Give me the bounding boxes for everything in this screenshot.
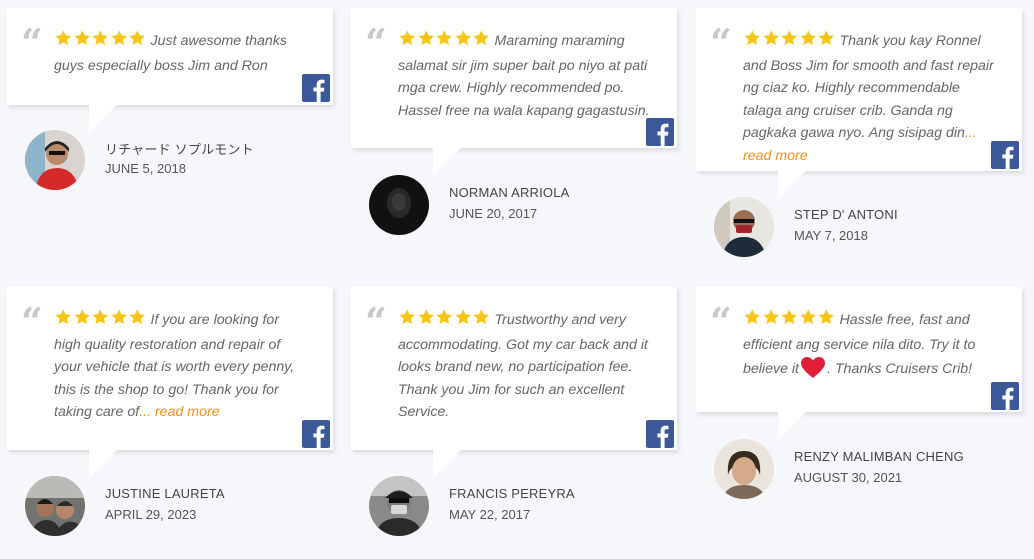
star-icon: [473, 30, 489, 46]
review-bubble: “ If you are looking for high quality re…: [7, 287, 333, 450]
quote-icon: “: [710, 20, 732, 65]
review-card: “ Maraming maraming salamat sir jim supe…: [351, 0, 681, 240]
review-bubble: “ Hassle free, fast and efficient ang se…: [696, 287, 1022, 412]
read-more-link[interactable]: ... read more: [139, 404, 219, 420]
star-icon: [129, 30, 145, 46]
quote-icon: “: [365, 20, 387, 65]
review-bubble: “ Maraming maraming salamat sir jim supe…: [351, 8, 677, 148]
reviewer-name: リチャード ソプルモント: [105, 142, 254, 157]
star-icon: [55, 309, 71, 325]
star-icon: [763, 309, 779, 325]
review-bubble: “ Trustworthy and very accommodating. Go…: [351, 287, 677, 450]
review-card: “ Thank you kay Ronnel and Boss Jim for …: [696, 0, 1026, 260]
review-date: APRIL 29, 2023: [105, 507, 197, 522]
heart-icon: [800, 356, 826, 388]
facebook-icon[interactable]: [302, 74, 330, 102]
review-text-end: . Thanks Cruisers Crib!: [827, 361, 973, 377]
facebook-icon[interactable]: [991, 141, 1019, 169]
quote-icon: “: [21, 299, 43, 344]
avatar: [714, 439, 774, 499]
star-icon: [111, 30, 127, 46]
star-icon: [436, 30, 452, 46]
bubble-tail: [433, 148, 461, 176]
facebook-icon[interactable]: [646, 420, 674, 448]
star-icon: [455, 30, 471, 46]
bubble-tail: [778, 412, 806, 440]
review-date: MAY 7, 2018: [794, 228, 868, 243]
star-icon: [800, 309, 816, 325]
star-icon: [111, 309, 127, 325]
bubble-tail: [778, 171, 806, 199]
star-icon: [74, 309, 90, 325]
rating-stars: [743, 29, 836, 55]
rating-stars: [54, 29, 147, 55]
star-icon: [473, 309, 489, 325]
review-bubble: “ Thank you kay Ronnel and Boss Jim for …: [696, 8, 1022, 171]
quote-icon: “: [710, 299, 732, 344]
avatar: [25, 476, 85, 536]
reviewer-name: JUSTINE LAURETA: [105, 486, 225, 501]
avatar: [714, 197, 774, 257]
star-icon: [781, 309, 797, 325]
quote-icon: “: [365, 299, 387, 344]
review-bubble: “ Just awesome thanks guys especially bo…: [7, 8, 333, 105]
review-date: MAY 22, 2017: [449, 507, 531, 522]
rating-stars: [743, 308, 836, 334]
rating-stars: [398, 308, 491, 334]
star-icon: [74, 30, 90, 46]
star-icon: [800, 30, 816, 46]
review-date: AUGUST 30, 2021: [794, 470, 903, 485]
review-card: “ If you are looking for high quality re…: [7, 279, 337, 539]
star-icon: [455, 309, 471, 325]
star-icon: [436, 309, 452, 325]
star-icon: [418, 309, 434, 325]
bubble-tail: [89, 105, 117, 133]
star-icon: [399, 309, 415, 325]
facebook-icon[interactable]: [646, 118, 674, 146]
quote-icon: “: [21, 20, 43, 65]
review-date: JUNE 20, 2017: [449, 206, 538, 221]
star-icon: [744, 30, 760, 46]
bubble-tail: [433, 450, 461, 478]
reviewer-name: FRANCIS PEREYRA: [449, 486, 575, 501]
rating-stars: [54, 308, 147, 334]
star-icon: [818, 30, 834, 46]
star-icon: [399, 30, 415, 46]
review-date: JUNE 5, 2018: [105, 161, 186, 176]
star-icon: [818, 309, 834, 325]
avatar: [369, 175, 429, 235]
star-icon: [92, 30, 108, 46]
facebook-icon[interactable]: [302, 420, 330, 448]
facebook-icon[interactable]: [991, 382, 1019, 410]
star-icon: [129, 309, 145, 325]
avatar: [25, 130, 85, 190]
reviewer-name: STEP D' ANTONI: [794, 207, 898, 222]
bubble-tail: [89, 450, 117, 478]
reviewer-name: NORMAN ARRIOLA: [449, 185, 570, 200]
review-card: “ Trustworthy and very accommodating. Go…: [351, 279, 681, 539]
star-icon: [763, 30, 779, 46]
star-icon: [418, 30, 434, 46]
star-icon: [744, 309, 760, 325]
avatar: [369, 476, 429, 536]
rating-stars: [398, 29, 491, 55]
star-icon: [781, 30, 797, 46]
star-icon: [92, 309, 108, 325]
review-card: “ Just awesome thanks guys especially bo…: [7, 0, 337, 200]
review-card: “ Hassle free, fast and efficient ang se…: [696, 279, 1026, 519]
reviewer-name: RENZY MALIMBAN CHENG: [794, 449, 964, 464]
star-icon: [55, 30, 71, 46]
